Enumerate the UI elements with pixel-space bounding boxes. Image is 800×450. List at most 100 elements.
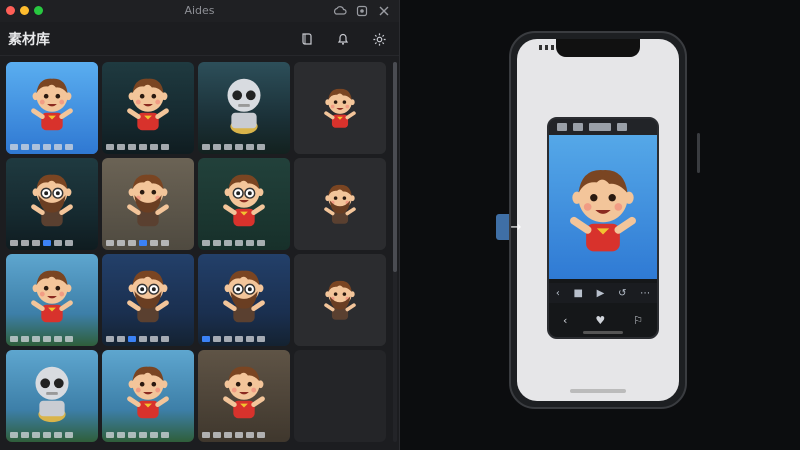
tool-icon[interactable] [150,431,158,438]
tool-icon[interactable] [139,335,147,342]
tool-icon[interactable] [202,431,210,438]
tool-icon[interactable] [224,431,232,438]
empty-slot[interactable] [294,350,386,442]
tool-icon[interactable] [246,143,254,150]
tool-icon[interactable] [161,335,169,342]
tool-icon[interactable] [139,431,147,438]
tool-icon[interactable] [43,431,51,438]
tool-icon[interactable] [128,143,136,150]
tool-icon[interactable] [139,239,147,246]
tool-icon[interactable] [128,431,136,438]
share-icon[interactable] [355,3,369,17]
player-control-icon[interactable]: ↺ [618,288,626,299]
tool-icon[interactable] [128,239,136,246]
asset-tile[interactable] [102,62,194,154]
tool-icon[interactable] [213,143,221,150]
tool-icon[interactable] [43,143,51,150]
cloud-icon[interactable] [333,3,347,17]
tool-icon[interactable] [65,431,73,438]
tool-icon[interactable] [235,143,243,150]
asset-tile[interactable] [198,350,290,442]
notifications-button[interactable] [331,27,355,51]
tool-icon[interactable] [21,239,29,246]
tool-icon[interactable] [213,335,221,342]
tool-icon[interactable] [128,335,136,342]
tool-icon[interactable] [246,335,254,342]
player-control-icon[interactable]: ⋯ [640,288,650,299]
tool-icon[interactable] [202,143,210,150]
tool-icon[interactable] [21,335,29,342]
asset-tile[interactable] [102,158,194,250]
tool-icon[interactable] [106,335,114,342]
tool-icon[interactable] [21,143,29,150]
tool-icon[interactable] [43,335,51,342]
tool-icon[interactable] [150,335,158,342]
player-action-icon[interactable]: ⚐ [633,314,643,327]
tool-icon[interactable] [32,335,40,342]
tool-icon[interactable] [213,239,221,246]
player-control-icon[interactable]: ▶ [597,288,605,299]
asset-tile[interactable] [198,254,290,346]
tool-icon[interactable] [10,335,18,342]
tool-icon[interactable] [224,239,232,246]
tool-icon[interactable] [54,335,62,342]
tool-icon[interactable] [161,239,169,246]
tool-icon[interactable] [224,143,232,150]
asset-tile[interactable] [294,254,386,346]
tool-icon[interactable] [117,335,125,342]
tool-icon[interactable] [32,143,40,150]
tool-icon[interactable] [32,239,40,246]
tool-icon[interactable] [54,239,62,246]
player-control-icon[interactable]: ‹ [556,288,560,299]
tool-icon[interactable] [10,143,18,150]
tool-icon[interactable] [10,239,18,246]
asset-tile[interactable] [6,158,98,250]
tool-icon[interactable] [161,143,169,150]
tool-icon[interactable] [235,431,243,438]
asset-tile[interactable] [102,254,194,346]
tool-icon[interactable] [43,239,51,246]
tool-icon[interactable] [139,143,147,150]
tool-icon[interactable] [235,239,243,246]
asset-tile[interactable] [294,158,386,250]
tool-icon[interactable] [235,335,243,342]
player-control-icon[interactable]: ■ [574,288,583,299]
tool-icon[interactable] [257,239,265,246]
close-icon[interactable] [377,3,391,17]
tool-icon[interactable] [257,335,265,342]
tool-icon[interactable] [257,431,265,438]
book-button[interactable] [295,27,319,51]
asset-tile[interactable] [102,350,194,442]
tool-icon[interactable] [117,239,125,246]
tool-icon[interactable] [213,431,221,438]
tool-icon[interactable] [106,239,114,246]
tool-icon[interactable] [117,143,125,150]
scrollbar-thumb[interactable] [393,62,397,272]
tool-icon[interactable] [246,431,254,438]
tool-icon[interactable] [65,143,73,150]
tool-icon[interactable] [54,143,62,150]
asset-tile[interactable] [6,254,98,346]
asset-tile[interactable] [6,62,98,154]
tool-icon[interactable] [161,431,169,438]
asset-tile[interactable] [6,350,98,442]
tool-icon[interactable] [106,143,114,150]
tool-icon[interactable] [257,143,265,150]
tool-icon[interactable] [117,431,125,438]
asset-tile[interactable] [198,158,290,250]
tool-icon[interactable] [106,431,114,438]
tool-icon[interactable] [202,239,210,246]
tool-icon[interactable] [21,431,29,438]
tool-icon[interactable] [150,143,158,150]
tool-icon[interactable] [224,335,232,342]
tool-icon[interactable] [54,431,62,438]
tool-icon[interactable] [65,335,73,342]
tool-icon[interactable] [32,431,40,438]
settings-button[interactable] [367,27,391,51]
asset-tile[interactable] [198,62,290,154]
tool-icon[interactable] [202,335,210,342]
tool-icon[interactable] [150,239,158,246]
asset-tile[interactable] [294,62,386,154]
tool-icon[interactable] [65,239,73,246]
tool-icon[interactable] [246,239,254,246]
